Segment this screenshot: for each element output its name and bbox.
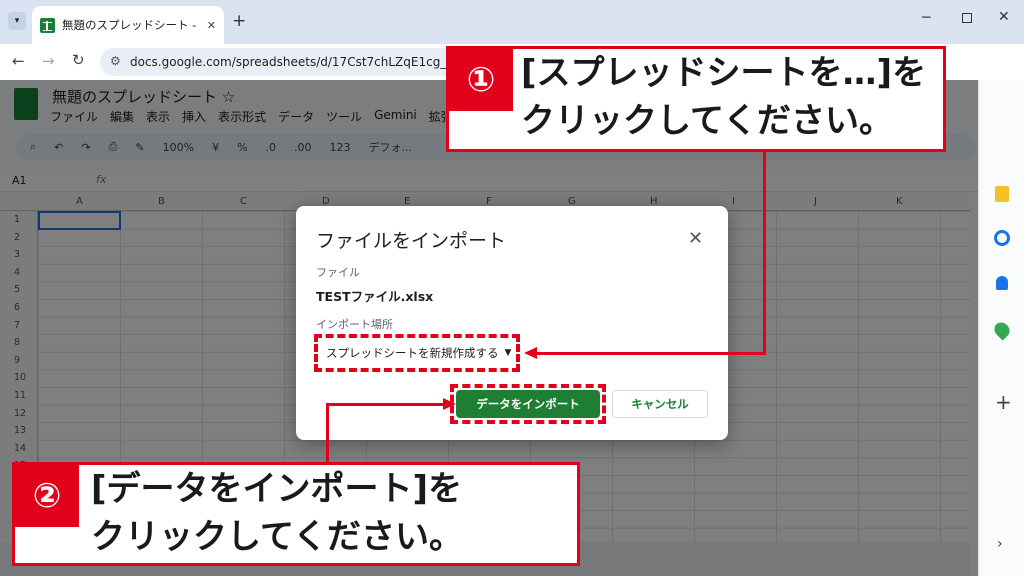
browser-tab-strip: ▾ 無題のスプレッドシート - Google ス ✕ + ─ ✕	[0, 0, 1024, 44]
browser-tab[interactable]: 無題のスプレッドシート - Google ス ✕	[32, 6, 224, 44]
callout-step-2-number: ②	[15, 465, 79, 527]
window-close-button[interactable]: ✕	[998, 9, 1010, 25]
side-panel: + ›	[978, 80, 1024, 576]
callout-2-line-horizontal	[326, 403, 446, 406]
callout-step-1-number: ①	[449, 49, 513, 111]
minimize-button[interactable]: ─	[922, 10, 930, 26]
callout-2-line-vertical	[326, 403, 329, 462]
maximize-button[interactable]	[962, 13, 972, 23]
file-name: TESTファイル.xlsx	[316, 289, 434, 304]
forward-icon[interactable]: →	[42, 52, 55, 70]
dialog-title: ファイルをインポート	[316, 230, 507, 252]
callout-step-1-line1: [スプレッドシートを…]を	[521, 53, 927, 93]
callout-step-2-line2: クリックしてください。	[91, 517, 463, 557]
import-location-select[interactable]: スプレッドシートを新規作成する ▼	[314, 334, 520, 372]
back-icon[interactable]: ←	[12, 52, 25, 70]
callout-step-1: ① [スプレッドシートを…]を クリックしてください。	[446, 46, 946, 152]
new-tab-button[interactable]: +	[232, 11, 246, 31]
callout-2-arrowhead	[443, 398, 456, 410]
callout-step-1-line2: クリックしてください。	[521, 101, 893, 141]
reload-icon[interactable]: ↻	[72, 51, 85, 69]
import-location-value: スプレッドシートを新規作成する	[326, 346, 499, 360]
callout-1-arrowhead	[524, 347, 537, 359]
cancel-button[interactable]: キャンセル	[612, 390, 708, 418]
sheets-favicon-icon	[40, 17, 55, 33]
contacts-icon[interactable]	[996, 276, 1008, 290]
callout-1-line-horizontal	[536, 352, 766, 355]
callout-step-2: ② [データをインポート]を クリックしてください。	[12, 462, 580, 566]
tab-close-icon[interactable]: ✕	[207, 19, 216, 32]
chevron-down-icon: ▼	[504, 348, 512, 358]
file-label: ファイル	[316, 266, 360, 279]
tasks-icon[interactable]	[994, 230, 1010, 246]
maps-icon[interactable]	[991, 319, 1013, 341]
callout-1-line-vertical	[763, 152, 766, 355]
import-location-label: インポート場所	[316, 318, 393, 331]
close-icon[interactable]: ✕	[688, 228, 703, 249]
add-addon-icon[interactable]: +	[995, 390, 1012, 414]
import-data-button[interactable]: データをインポート	[456, 390, 600, 418]
callout-step-2-line1: [データをインポート]を	[91, 469, 463, 509]
tab-title: 無題のスプレッドシート - Google ス	[62, 18, 200, 32]
expand-panel-icon[interactable]: ›	[997, 536, 1003, 552]
site-info-icon[interactable]: ⚙	[110, 54, 121, 68]
keep-icon[interactable]	[995, 186, 1009, 202]
tab-search-button[interactable]: ▾	[8, 12, 26, 30]
